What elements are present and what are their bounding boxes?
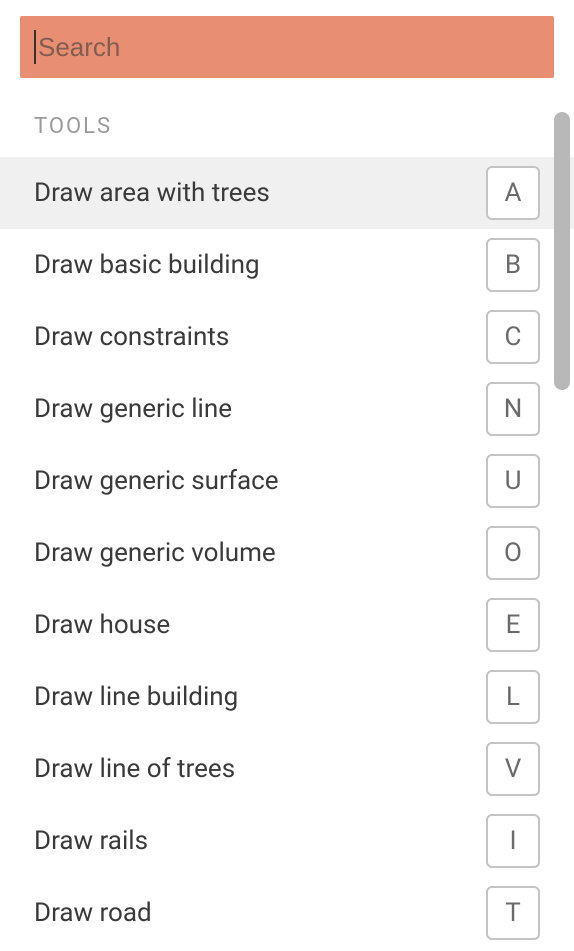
tool-item-draw-basic-building[interactable]: Draw basic building B — [0, 229, 574, 301]
tool-item-draw-area-with-trees[interactable]: Draw area with trees A — [0, 157, 574, 229]
shortcut-key: E — [486, 598, 540, 652]
tool-label: Draw generic surface — [34, 466, 279, 496]
shortcut-key: N — [486, 382, 540, 436]
tools-panel: TOOLS Draw area with trees A Draw basic … — [0, 0, 574, 951]
search-box[interactable] — [20, 16, 554, 78]
tool-label: Draw line building — [34, 682, 238, 712]
shortcut-key: V — [486, 742, 540, 796]
tool-label: Draw generic volume — [34, 538, 276, 568]
section-header-tools: TOOLS — [0, 106, 574, 157]
shortcut-key: I — [486, 814, 540, 868]
shortcut-key: A — [486, 166, 540, 220]
tool-item-draw-generic-line[interactable]: Draw generic line N — [0, 373, 574, 445]
text-cursor — [34, 30, 36, 64]
tool-item-draw-road[interactable]: Draw road T — [0, 877, 574, 949]
tool-item-draw-line-of-trees[interactable]: Draw line of trees V — [0, 733, 574, 805]
shortcut-key: U — [486, 454, 540, 508]
tool-item-draw-constraints[interactable]: Draw constraints C — [0, 301, 574, 373]
tool-label: Draw generic line — [34, 394, 232, 424]
scrollbar-thumb[interactable] — [554, 112, 570, 390]
tool-list: Draw area with trees A Draw basic buildi… — [0, 157, 574, 949]
tool-item-draw-generic-volume[interactable]: Draw generic volume O — [0, 517, 574, 589]
shortcut-key: T — [486, 886, 540, 940]
tool-item-draw-generic-surface[interactable]: Draw generic surface U — [0, 445, 574, 517]
tool-label: Draw line of trees — [34, 754, 235, 784]
tool-item-draw-line-building[interactable]: Draw line building L — [0, 661, 574, 733]
tool-label: Draw area with trees — [34, 178, 270, 208]
tool-item-draw-rails[interactable]: Draw rails I — [0, 805, 574, 877]
tool-label: Draw constraints — [34, 322, 229, 352]
shortcut-key: B — [486, 238, 540, 292]
shortcut-key: L — [486, 670, 540, 724]
tool-item-draw-house[interactable]: Draw house E — [0, 589, 574, 661]
tool-label: Draw basic building — [34, 250, 260, 280]
tool-label: Draw road — [34, 898, 152, 928]
shortcut-key: O — [486, 526, 540, 580]
tool-label: Draw house — [34, 610, 170, 640]
search-input[interactable] — [38, 32, 540, 63]
shortcut-key: C — [486, 310, 540, 364]
tool-label: Draw rails — [34, 826, 148, 856]
